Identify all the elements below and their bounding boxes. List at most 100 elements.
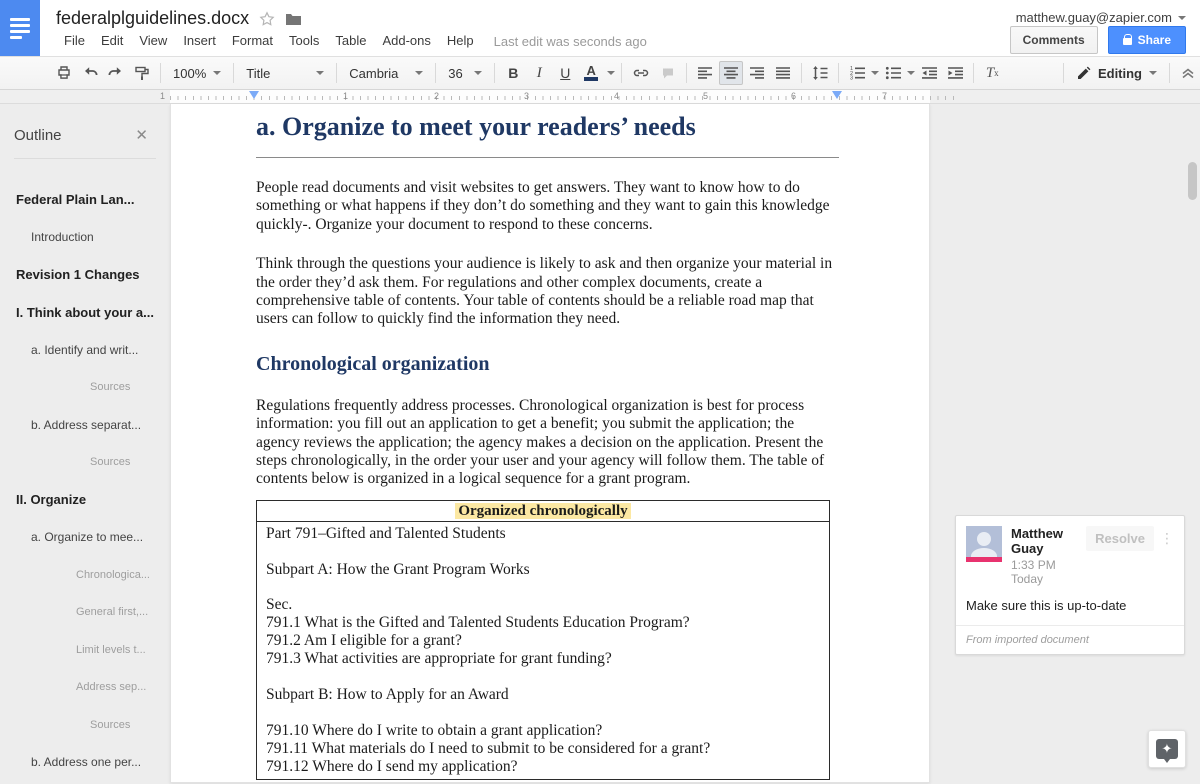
font-select[interactable]: Cambria [343,61,429,85]
insert-comment-button[interactable] [656,61,680,85]
ruler-number: 1 [160,91,166,101]
table-line[interactable] [266,579,823,597]
document-paragraph[interactable]: Think through the questions your audienc… [256,255,839,329]
chevron-down-icon[interactable] [907,71,916,75]
line-spacing-button[interactable] [808,61,832,85]
clear-formatting-button[interactable]: Tx [980,61,1004,85]
decrease-indent-button[interactable] [917,61,941,85]
table-line[interactable]: 791.2 Am I eligible for a grant? [266,632,823,650]
outline-item[interactable]: Introduction [0,219,166,257]
menu-item[interactable]: View [131,30,175,51]
outline-item[interactable]: a. Organize to mee... [0,519,166,557]
chevron-down-icon[interactable] [607,71,616,75]
collapse-toolbar-button[interactable] [1176,61,1200,85]
outline-divider [14,158,156,159]
table-line[interactable] [266,543,823,561]
table-line[interactable]: 791.11 What materials do I need to submi… [266,740,823,758]
document-table[interactable]: Organized chronologically Part 791–Gifte… [256,499,830,780]
outline-item[interactable]: Sources [0,706,166,744]
svg-text:3: 3 [850,76,853,80]
menu-item[interactable]: Help [439,30,482,51]
close-icon[interactable]: ✕ [135,126,148,144]
document-heading2[interactable]: Chronological organization [256,353,839,376]
table-line[interactable]: 791.12 Where do I send my application? [266,758,823,776]
bulleted-list-button[interactable] [881,61,905,85]
outline-item[interactable]: I. Think about your a... [0,294,166,332]
table-line[interactable]: Subpart B: How to Apply for an Award [266,686,823,704]
menu-item[interactable]: Add-ons [374,30,438,51]
menu-item[interactable]: Table [327,30,374,51]
menu-item[interactable]: File [56,30,93,51]
resolve-button[interactable]: Resolve [1086,526,1154,551]
mode-select[interactable]: Editing [1070,61,1163,85]
star-icon[interactable] [259,10,275,27]
document-paragraph[interactable]: Regulations frequently address processes… [256,397,839,489]
table-header-row[interactable]: Organized chronologically [257,501,829,522]
outline-item[interactable]: General first,... [0,594,166,632]
outline-item[interactable]: Chronologica... [0,556,166,594]
outline-item[interactable]: Federal Plain Lan... [0,181,166,219]
chevron-down-icon[interactable] [871,71,880,75]
outline-item[interactable]: Address sep... [0,669,166,707]
document-heading1[interactable]: a. Organize to meet your readers’ needs [256,110,839,158]
left-indent-marker[interactable] [249,91,259,99]
ruler-number: 1 [343,91,349,101]
share-button[interactable]: Share [1107,26,1186,54]
align-center-button[interactable] [719,61,744,85]
outline-item[interactable]: Sources [0,444,166,482]
numbered-list-button[interactable]: 123 [845,61,869,85]
comment-menu-icon[interactable]: ⋮ [1160,530,1174,547]
bold-button[interactable]: B [501,61,525,85]
font-size-select[interactable]: 36 [442,61,488,85]
paint-format-button[interactable] [130,61,154,85]
folder-icon[interactable] [285,12,302,26]
align-left-button[interactable] [693,61,717,85]
paragraph-style-select[interactable]: Title [240,61,330,85]
account-menu[interactable]: matthew.guay@zapier.com [1016,10,1186,25]
table-line[interactable]: Sec. [266,596,823,614]
scrollbar-thumb[interactable] [1188,162,1197,200]
outline-item[interactable]: II. Organize [0,481,166,519]
table-line[interactable]: 791.1 What is the Gifted and Talented St… [266,614,823,632]
menu-item[interactable]: Insert [175,30,224,51]
document-page[interactable]: a. Organize to meet your readers’ needs … [170,104,930,783]
align-justify-button[interactable] [771,61,795,85]
align-right-button[interactable] [745,61,769,85]
text-color-button[interactable]: A [579,61,603,85]
underline-button[interactable]: U [553,61,577,85]
outline-item[interactable]: a. Identify and writ... [0,331,166,369]
table-line[interactable]: 791.10 Where do I write to obtain a gran… [266,722,823,740]
italic-button[interactable]: I [527,61,551,85]
comments-button[interactable]: Comments [1009,26,1098,54]
document-title[interactable]: federalplguidelines.docx [56,8,249,29]
increase-indent-button[interactable] [943,61,967,85]
print-button[interactable] [52,61,76,85]
undo-button[interactable] [78,61,102,85]
menu-item[interactable]: Format [224,30,281,51]
docs-home-icon[interactable] [0,0,40,56]
insert-link-button[interactable] [628,61,654,85]
outline-item[interactable]: b. Address separat... [0,406,166,444]
account-email: matthew.guay@zapier.com [1015,10,1172,25]
document-paragraph[interactable]: People read documents and visit websites… [256,179,839,234]
comment-text[interactable]: Make sure this is up-to-date [956,592,1184,625]
outline-item[interactable]: Sources [0,369,166,407]
redo-button[interactable] [104,61,128,85]
toolbar: 100% Title Cambria 36 B I U A 1 2 3 T x … [0,56,1200,90]
table-line[interactable]: Part 791–Gifted and Talented Students [266,525,823,543]
explore-button[interactable]: ✦ [1148,730,1186,768]
outline-item[interactable]: Limit levels t... [0,631,166,669]
table-line[interactable] [266,704,823,722]
last-edit-status[interactable]: Last edit was seconds ago [494,34,647,49]
table-line[interactable] [266,668,823,686]
table-line[interactable]: 791.3 What activities are appropriate fo… [266,650,823,668]
outline-item[interactable]: b. Address one per... [0,744,166,782]
menu-item[interactable]: Edit [93,30,131,51]
ruler[interactable]: 1 1 2 3 4 5 6 7 [0,90,1200,104]
zoom-select[interactable]: 100% [167,61,227,85]
main-area: Outline ✕ Federal Plain Lan... Introducti… [0,104,1200,783]
outline-item[interactable]: Revision 1 Changes [0,256,166,294]
menu-item[interactable]: Tools [281,30,327,51]
right-indent-marker[interactable] [832,91,842,99]
table-line[interactable]: Subpart A: How the Grant Program Works [266,561,823,579]
